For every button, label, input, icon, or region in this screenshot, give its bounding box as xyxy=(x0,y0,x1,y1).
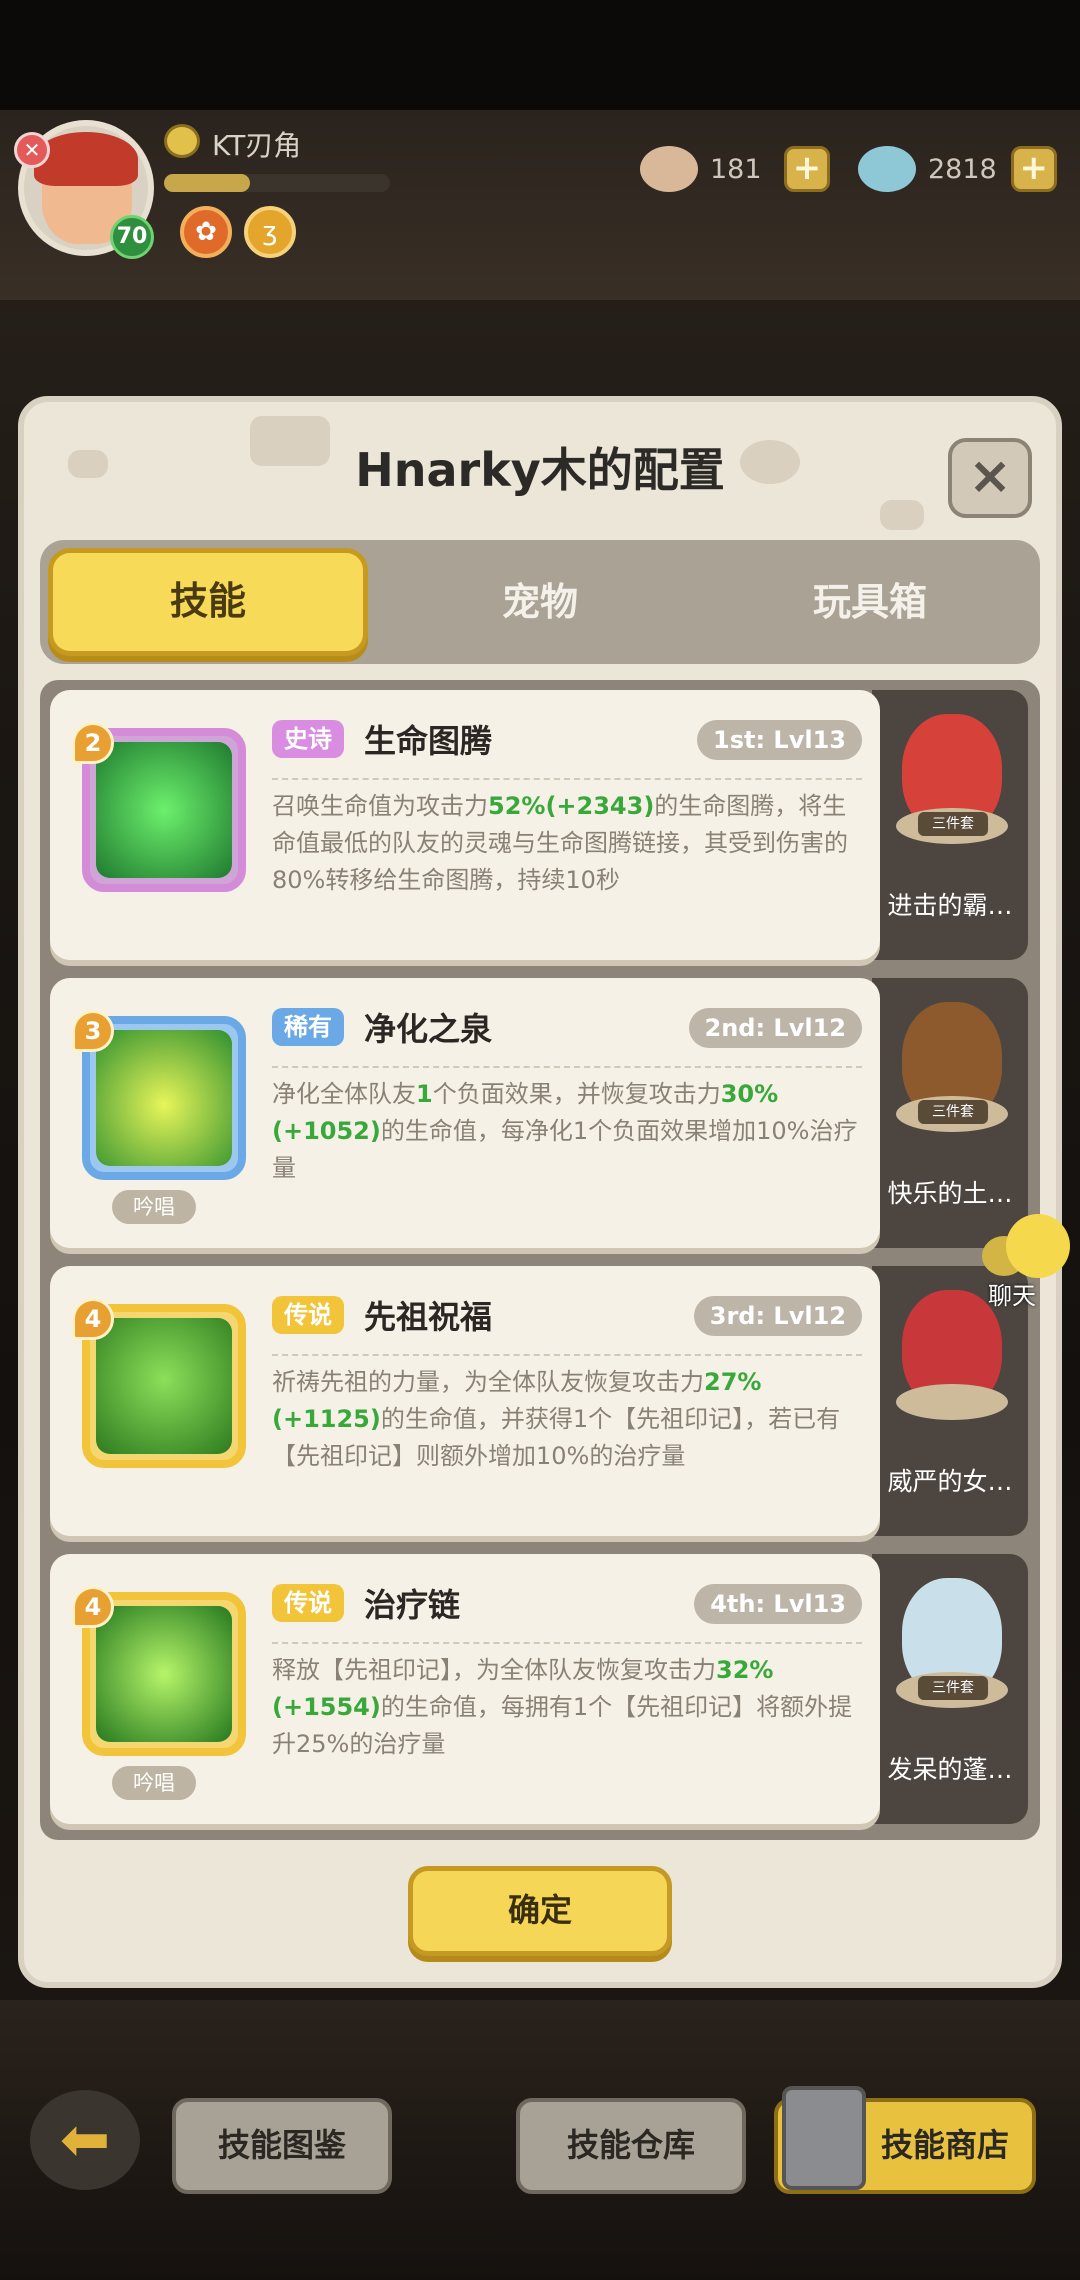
tab-toybox[interactable]: 玩具箱 xyxy=(710,548,1030,656)
chat-label: 聊天 xyxy=(988,1282,1036,1310)
skill-warehouse-button[interactable]: 技能仓库 xyxy=(516,2098,746,2194)
pet-name: 发呆的蓬… xyxy=(887,1755,1013,1784)
divider xyxy=(272,778,862,780)
skill-card-4[interactable]: 4 吟唱 传说 治疗链 4th: Lvl13 释放【先祖印记】，为全体队友恢复攻… xyxy=(50,1554,880,1824)
ancestor-icon xyxy=(96,1318,232,1454)
back-button[interactable]: ⬅ xyxy=(30,2090,140,2190)
confirm-button[interactable]: 确定 xyxy=(408,1866,672,1956)
decor-shape xyxy=(880,500,924,530)
pet-set-tag: 三件套 xyxy=(918,812,988,836)
skill-description: 净化全体队友1个负面效果，并恢复攻击力30%(+1052)的生命值，每净化1个负… xyxy=(272,1076,862,1187)
desc-highlight: 52%(+2343) xyxy=(488,792,655,820)
desc-text: 祈祷先祖的力量，为全体队友恢复攻击力 xyxy=(272,1368,704,1396)
rarity-badge: 传说 xyxy=(272,1584,344,1622)
add-seashell-button[interactable]: + xyxy=(784,146,830,192)
title-badge-icon[interactable]: ʒ xyxy=(244,206,296,258)
tab-skills[interactable]: 技能 xyxy=(48,548,368,656)
desc-text: 释放【先祖印记】，为全体队友恢复攻击力 xyxy=(272,1656,716,1684)
tab-pets[interactable]: 宠物 xyxy=(380,548,700,656)
skill-cost-badge: 4 xyxy=(72,1586,114,1628)
chat-button[interactable]: 聊天 xyxy=(976,1214,1080,1314)
skill-slot-level: 1st: Lvl13 xyxy=(697,720,862,760)
skill-name: 生命图腾 xyxy=(364,722,493,760)
guild-badge-icon[interactable]: ✿ xyxy=(180,206,232,258)
player-name: KT刃角 xyxy=(212,129,302,162)
skill-cost-badge: 3 xyxy=(72,1010,114,1052)
pet-base xyxy=(896,1384,1008,1420)
desc-text: 召唤生命值为攻击力 xyxy=(272,792,488,820)
xp-bar xyxy=(164,174,390,192)
currency-seashell: 181 + xyxy=(640,144,830,194)
pet-name: 进击的霸… xyxy=(887,891,1013,920)
clam-icon xyxy=(858,146,916,192)
skill-codex-button[interactable]: 技能图鉴 xyxy=(172,2098,392,2194)
skill-slot-level: 4th: Lvl13 xyxy=(694,1584,862,1624)
skill-description: 召唤生命值为攻击力52%(+2343)的生命图腾，将生命值最低的队友的灵魂与生命… xyxy=(272,788,862,899)
divider xyxy=(272,1066,862,1068)
totem-icon xyxy=(96,742,232,878)
rarity-badge: 稀有 xyxy=(272,1008,344,1046)
pet-name: 威严的女… xyxy=(887,1467,1013,1496)
player-level: 70 xyxy=(110,215,154,259)
close-button[interactable]: × xyxy=(948,438,1032,518)
chant-tag: 吟唱 xyxy=(112,1766,196,1800)
currency-value: 2818 xyxy=(928,153,997,185)
desc-text: 个负面效果，并恢复攻击力 xyxy=(432,1080,721,1108)
pet-slot-1[interactable]: 三件套 进击的霸… xyxy=(872,690,1028,960)
skill-description: 祈祷先祖的力量，为全体队友恢复攻击力27%(+1125)的生命值，并获得1个【先… xyxy=(272,1364,862,1475)
xp-bar-fill xyxy=(164,174,250,192)
skill-name: 净化之泉 xyxy=(364,1010,493,1048)
spring-icon xyxy=(96,1030,232,1166)
pet-name: 快乐的土… xyxy=(887,1179,1013,1208)
desc-highlight: 1 xyxy=(416,1080,433,1108)
currency-value: 181 xyxy=(710,153,762,185)
add-clam-button[interactable]: + xyxy=(1010,146,1057,192)
healing-chain-icon xyxy=(96,1606,232,1742)
skill-name: 治疗链 xyxy=(364,1586,461,1624)
pet-slot-2[interactable]: 三件套 快乐的土… xyxy=(872,978,1028,1248)
seashell-icon xyxy=(640,146,698,192)
rarity-badge: 传说 xyxy=(272,1296,344,1334)
pet-set-tag: 三件套 xyxy=(918,1676,988,1700)
skill-card-1[interactable]: 2 史诗 生命图腾 1st: Lvl13 召唤生命值为攻击力52%(+2343)… xyxy=(50,690,880,960)
skill-card-3[interactable]: 4 传说 先祖祝福 3rd: Lvl12 祈祷先祖的力量，为全体队友恢复攻击力2… xyxy=(50,1266,880,1536)
pet-slot-4[interactable]: 三件套 发呆的蓬… xyxy=(872,1554,1028,1824)
divider xyxy=(272,1354,862,1356)
smiley-icon xyxy=(1006,1214,1070,1278)
pvp-badge-icon: ✕ xyxy=(14,132,50,168)
skill-cost-badge: 2 xyxy=(72,722,114,764)
divider xyxy=(272,1642,862,1644)
skill-slot-level: 2nd: Lvl12 xyxy=(688,1008,862,1048)
desc-text: 净化全体队友 xyxy=(272,1080,416,1108)
skill-card-2[interactable]: 3 吟唱 稀有 净化之泉 2nd: Lvl12 净化全体队友1个负面效果，并恢复… xyxy=(50,978,880,1248)
panel-title: Hnarky木的配置 xyxy=(355,443,725,497)
rank-icon xyxy=(164,124,200,158)
skill-slot-level: 3rd: Lvl12 xyxy=(693,1296,862,1336)
avatar-hair xyxy=(34,132,138,186)
currency-clam: 2818 + xyxy=(858,144,1057,194)
rarity-badge: 史诗 xyxy=(272,720,344,758)
skill-cost-badge: 4 xyxy=(72,1298,114,1340)
pet-set-tag: 三件套 xyxy=(918,1100,988,1124)
skill-description: 释放【先祖印记】，为全体队友恢复攻击力32%(+1554)的生命值，每拥有1个【… xyxy=(272,1652,862,1763)
chant-tag: 吟唱 xyxy=(112,1190,196,1224)
stone-tablet-icon xyxy=(782,2086,866,2190)
skill-name: 先祖祝福 xyxy=(364,1298,493,1336)
